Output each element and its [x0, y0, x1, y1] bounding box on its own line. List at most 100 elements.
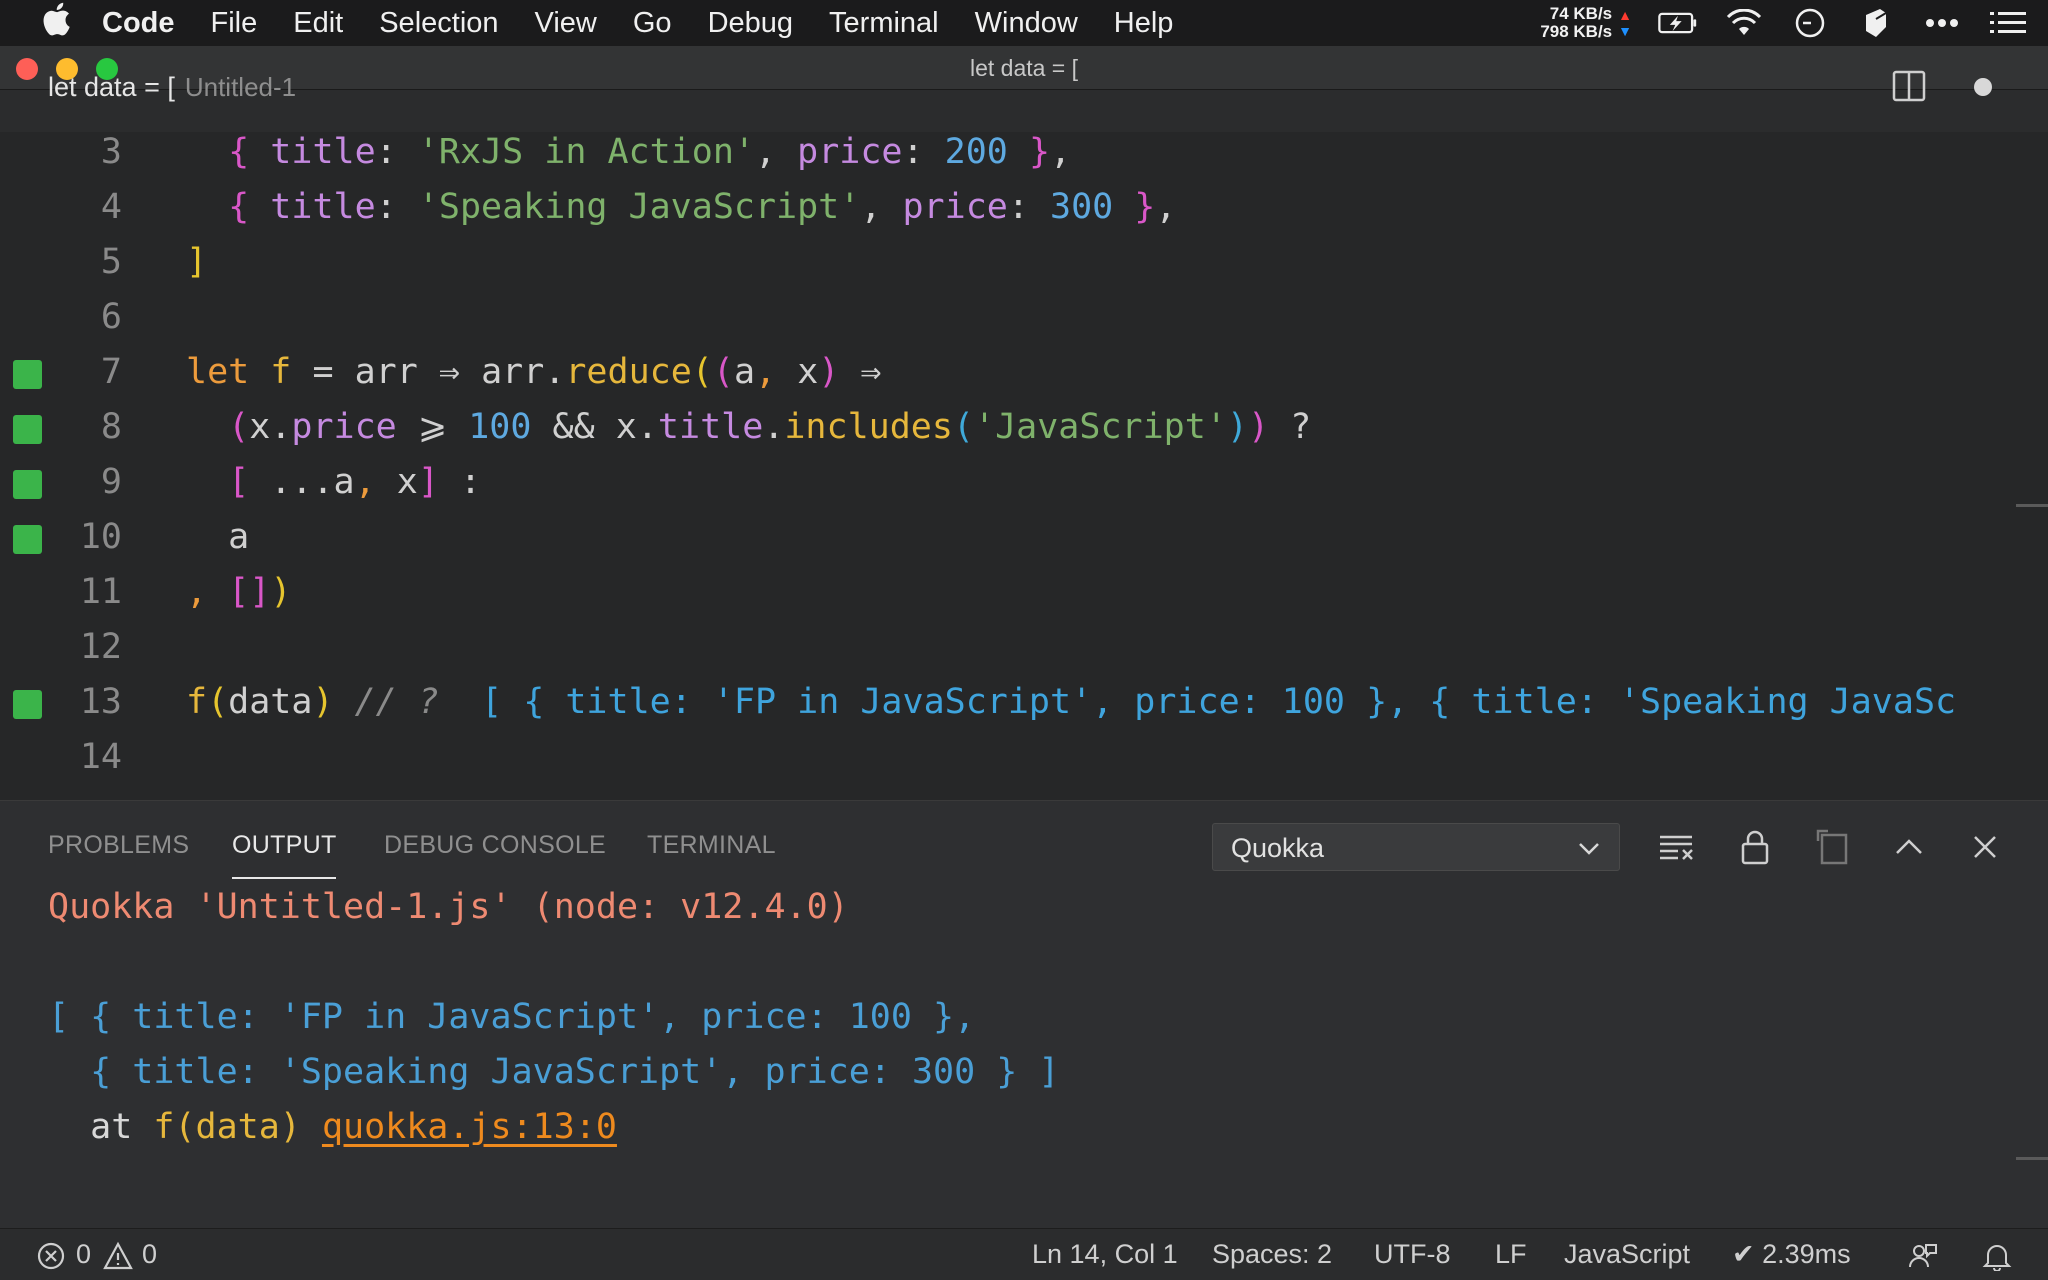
- download-arrow-icon: ▼: [1618, 23, 1632, 39]
- code-line: 14: [0, 731, 2048, 786]
- code-line: 10 a: [0, 511, 2048, 566]
- clock-icon[interactable]: [1790, 7, 1830, 39]
- token: :: [460, 462, 482, 502]
- token: reduce: [565, 352, 692, 392]
- output-line: [ { title: 'FP in JavaScript', price: 10…: [48, 997, 976, 1037]
- feedback-icon[interactable]: [1908, 1241, 1938, 1271]
- scrollbar-marker: [2016, 1157, 2048, 1160]
- token: arr: [354, 352, 418, 392]
- list-icon[interactable]: [1988, 7, 2028, 39]
- lock-icon[interactable]: [1736, 829, 1774, 865]
- coverage-marker: [13, 690, 42, 719]
- wifi-icon[interactable]: [1724, 7, 1764, 39]
- line-number: 12: [79, 627, 122, 667]
- app-icon[interactable]: [1856, 7, 1896, 39]
- output-header: Quokka 'Untitled-1.js' (node: v12.4.0): [48, 887, 849, 927]
- quokka-timing[interactable]: ✔ 2.39ms: [1732, 1239, 1851, 1270]
- output-expression: f(data): [153, 1107, 301, 1147]
- token: f: [270, 352, 292, 392]
- token: // ?: [354, 682, 439, 722]
- token: includes: [784, 407, 953, 447]
- tab-debug-console[interactable]: DEBUG CONSOLE: [384, 831, 606, 860]
- status-bar: 0 0 Ln 14, Col 1 Spaces: 2 UTF-8 LF Java…: [0, 1228, 2048, 1280]
- apple-icon[interactable]: [28, 2, 84, 44]
- menu-go[interactable]: Go: [615, 7, 690, 40]
- menu-debug[interactable]: Debug: [690, 7, 811, 40]
- maximize-panel-icon[interactable]: [1890, 829, 1928, 865]
- token: a: [333, 462, 355, 502]
- end-of-line[interactable]: LF: [1495, 1239, 1527, 1270]
- token: title: [270, 187, 376, 227]
- token: 'RxJS in Action': [417, 132, 755, 172]
- token: 300: [1050, 187, 1114, 227]
- line-number: 3: [100, 132, 122, 172]
- code-line: 13 f(data) // ? [ { title: 'FP in JavaSc…: [0, 676, 2048, 731]
- token: ⇒: [860, 352, 882, 392]
- error-icon[interactable]: [36, 1241, 66, 1271]
- bottom-panel: PROBLEMS OUTPUT DEBUG CONSOLE TERMINAL Q…: [0, 800, 2048, 1228]
- cursor-position[interactable]: Ln 14, Col 1: [1032, 1239, 1178, 1270]
- tab-description: Untitled-1: [184, 72, 297, 102]
- code-line: 6: [0, 291, 2048, 346]
- more-icon[interactable]: [1922, 7, 1962, 39]
- error-count[interactable]: 0: [76, 1239, 91, 1270]
- code-text: [ ...a, x] :: [228, 462, 482, 502]
- chevron-down-icon: [1575, 834, 1603, 862]
- tab-label: let data = [: [48, 72, 175, 102]
- menu-file[interactable]: File: [193, 7, 276, 40]
- token: ⩾: [417, 407, 448, 447]
- token: 100: [468, 407, 532, 447]
- tab-problems[interactable]: PROBLEMS: [48, 831, 189, 860]
- menu-terminal[interactable]: Terminal: [811, 7, 957, 40]
- code-line: 12: [0, 621, 2048, 676]
- token: 'Speaking JavaScript': [417, 187, 861, 227]
- editor-tab[interactable]: let data = [ Untitled-1: [48, 72, 296, 103]
- tab-output[interactable]: OUTPUT: [232, 831, 337, 860]
- encoding[interactable]: UTF-8: [1374, 1239, 1451, 1270]
- menu-view[interactable]: View: [517, 7, 615, 40]
- token: x: [797, 352, 819, 392]
- coverage-marker: [13, 525, 42, 554]
- code-text: { title: 'Speaking JavaScript', price: 3…: [186, 187, 1177, 227]
- split-editor-icon[interactable]: [1891, 68, 1927, 104]
- battery-charging-icon[interactable]: [1658, 7, 1698, 39]
- code-line: 4 { title: 'Speaking JavaScript', price:…: [0, 181, 2048, 236]
- menu-selection[interactable]: Selection: [361, 7, 516, 40]
- line-number: 6: [100, 297, 122, 337]
- code-text: , []): [186, 572, 292, 612]
- source-link[interactable]: quokka.js:13:0: [322, 1107, 617, 1147]
- code-text: a: [186, 517, 249, 557]
- token: data: [228, 682, 313, 722]
- warning-count[interactable]: 0: [142, 1239, 157, 1270]
- code-text: (x.price ⩾ 100 && x.title.includes('Java…: [228, 407, 1312, 447]
- menu-window[interactable]: Window: [957, 7, 1096, 40]
- menu-code[interactable]: Code: [84, 7, 193, 40]
- language-mode[interactable]: JavaScript: [1564, 1239, 1690, 1270]
- output-channel-select[interactable]: Quokka: [1212, 823, 1620, 871]
- menu-edit[interactable]: Edit: [275, 7, 361, 40]
- code-editor[interactable]: 3 { title: 'RxJS in Action', price: 200 …: [0, 132, 2048, 800]
- menu-help[interactable]: Help: [1096, 7, 1192, 40]
- unsaved-dot-icon[interactable]: [1974, 78, 1992, 96]
- line-number: 7: [100, 352, 122, 392]
- token: x: [615, 407, 637, 447]
- code-line: 11 , []): [0, 566, 2048, 621]
- close-panel-icon[interactable]: [1966, 829, 2004, 865]
- output-line: { title: 'Speaking JavaScript', price: 3…: [48, 1052, 1060, 1092]
- clear-output-icon[interactable]: [1658, 829, 1696, 865]
- upload-arrow-icon: ▲: [1618, 7, 1632, 23]
- network-speed[interactable]: 74 KB/s 798 KB/s ▲ ▼: [1540, 5, 1632, 41]
- token: price: [797, 132, 903, 172]
- tab-terminal[interactable]: TERMINAL: [647, 831, 776, 860]
- open-log-file-icon[interactable]: [1814, 829, 1852, 865]
- token: =: [312, 352, 334, 392]
- token: x: [249, 407, 271, 447]
- token: price: [902, 187, 1008, 227]
- bell-icon[interactable]: [1982, 1241, 2012, 1272]
- token: 'JavaScript': [974, 407, 1227, 447]
- coverage-marker: [13, 360, 42, 389]
- indentation[interactable]: Spaces: 2: [1212, 1239, 1332, 1270]
- warning-icon[interactable]: [103, 1241, 133, 1271]
- token: title: [657, 407, 764, 447]
- coverage-marker: [13, 470, 42, 499]
